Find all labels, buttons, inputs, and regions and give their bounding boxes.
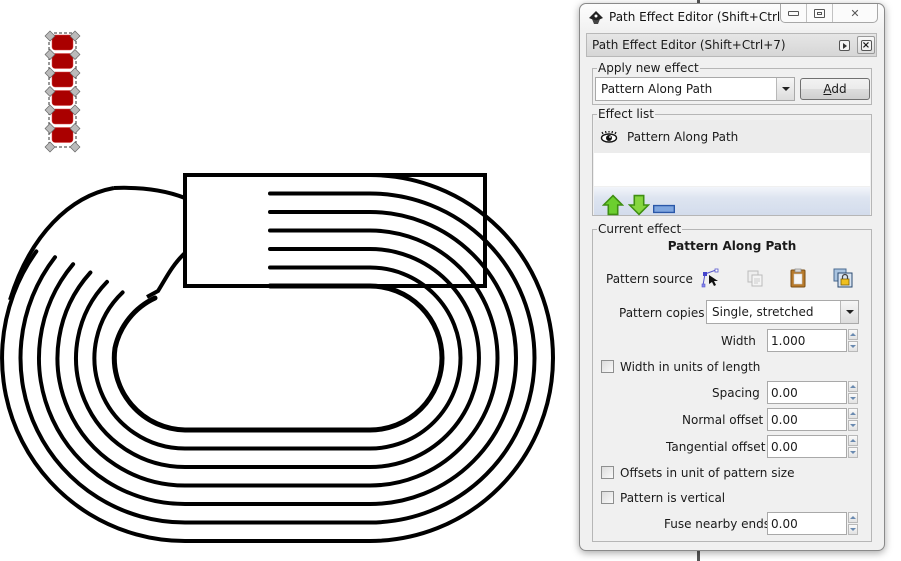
close-window-button[interactable]: ✕ [833,4,877,22]
apply-new-effect-label: Apply new effect [597,61,700,75]
canvas-guide-bottom [697,551,700,561]
width-value: 1.000 [771,334,806,348]
tangential-offset-input[interactable]: 0.00 [767,435,847,458]
move-up-icon[interactable] [602,194,624,216]
current-effect-label: Current effect [597,222,683,236]
minimize-button[interactable] [781,4,807,22]
dropdown-arrow-icon[interactable] [776,78,794,100]
close-icon: × [860,39,872,51]
normal-offset-increment[interactable] [848,408,858,419]
pattern-copies-value: Single, stretched [712,305,814,319]
node-handle[interactable] [44,141,56,153]
dock-iconify-button[interactable] [836,37,852,53]
eye-visible-icon[interactable] [600,131,618,143]
normal-offset-label: Normal offset [682,413,764,427]
close-icon: ✕ [850,6,860,20]
spacing-increment[interactable] [848,381,858,392]
effect-list-frame: Effect list Pattern Along Path [592,107,872,216]
window-controls: ✕ [780,4,878,23]
copy-icon[interactable] [744,267,766,289]
offsets-in-pattern-size-label[interactable]: Offsets in unit of pattern size [620,466,795,480]
add-button-label: Add [823,82,847,96]
effect-list-toolbar [594,187,870,216]
pattern-source-label: Pattern source [606,272,693,286]
spacing-decrement[interactable] [848,393,858,404]
pattern-copies-dropdown[interactable]: Single, stretched [706,300,859,324]
chain-link [51,71,74,88]
width-increment[interactable] [848,329,858,340]
fuse-nearby-ends-value: 0.00 [771,517,798,531]
width-input[interactable]: 1.000 [767,329,847,352]
pattern-source-object[interactable] [44,30,81,153]
dock-close-button[interactable]: × [857,36,875,54]
tangential-offset-spinbox[interactable]: 0.00 [767,435,858,458]
fuse-nearby-ends-decrement[interactable] [848,524,858,535]
effect-type-dropdown[interactable]: Pattern Along Path [595,77,795,101]
width-label: Width [721,334,756,348]
track-stripe [111,283,445,433]
maximize-icon [814,8,825,18]
pattern-vertical-label[interactable]: Pattern is vertical [620,491,725,505]
chain-link [51,53,74,69]
maximize-button[interactable] [807,4,833,22]
pattern-along-path-result[interactable] [0,173,555,543]
paste-icon[interactable] [787,267,809,289]
effect-list-item[interactable]: Pattern Along Path [594,120,870,153]
connector-top [113,185,186,200]
dock-title: Path Effect Editor (Shift+Ctrl+7) [592,38,786,52]
tangential-offset-decrement[interactable] [848,447,858,458]
pattern-vertical-checkbox[interactable] [601,491,614,504]
width-decrement[interactable] [848,341,858,352]
offsets-in-pattern-size-checkbox[interactable] [601,466,614,479]
width-spinbox[interactable]: 1.000 [767,329,858,352]
chain-link [51,127,74,143]
normal-offset-input[interactable]: 0.00 [767,408,847,431]
effect-type-value: Pattern Along Path [601,82,713,96]
remove-effect-icon[interactable] [653,198,675,220]
play-icon [838,39,850,51]
edit-on-canvas-icon[interactable] [700,267,722,289]
path-effect-editor-window: Path Effect Editor (Shift+Ctrl... ✕ Path… [579,3,885,551]
spacing-value: 0.00 [771,386,798,400]
apply-new-effect-frame: Apply new effect Pattern Along Path Add [592,61,872,105]
tangential-offset-increment[interactable] [848,435,858,446]
chain-links [51,34,74,143]
current-effect-title: Pattern Along Path [667,239,797,253]
normal-offset-value: 0.00 [771,413,798,427]
spacing-spinbox[interactable]: 0.00 [767,381,858,404]
effect-list-empty-area[interactable] [594,153,870,186]
width-in-units-checkbox[interactable] [601,360,614,373]
effect-list-item-name: Pattern Along Path [627,130,739,144]
connector-bottom [146,251,187,299]
envelope-outer [8,186,115,301]
effect-list-label: Effect list [597,107,655,121]
link-to-path-icon[interactable] [832,267,854,289]
spacing-input[interactable]: 0.00 [767,381,847,404]
width-in-units-label[interactable]: Width in units of length [620,360,760,374]
inkscape-app-icon [589,11,603,24]
window-titlebar[interactable]: Path Effect Editor (Shift+Ctrl... ✕ [580,4,884,30]
tangential-offset-value: 0.00 [771,440,798,454]
dropdown-arrow-icon[interactable] [840,301,858,323]
fuse-nearby-ends-spinbox[interactable]: 0.00 [767,512,858,535]
chain-link [51,34,74,51]
node-handle[interactable] [69,141,81,153]
move-down-icon[interactable] [628,194,650,216]
fuse-nearby-ends-increment[interactable] [848,512,858,523]
fuse-nearby-ends-label: Fuse nearby ends [664,517,770,531]
chain-link [51,90,74,106]
add-effect-button[interactable]: Add [800,78,870,100]
normal-offset-spinbox[interactable]: 0.00 [767,408,858,431]
tangential-offset-label: Tangential offset [666,440,766,454]
dock-panel-header: Path Effect Editor (Shift+Ctrl+7) × [586,33,877,57]
fuse-nearby-ends-input[interactable]: 0.00 [767,512,847,535]
normal-offset-decrement[interactable] [848,420,858,431]
chain-link [51,108,74,125]
window-title: Path Effect Editor (Shift+Ctrl... [609,10,792,24]
current-effect-frame: Current effect Pattern Along Path Patter… [592,222,872,542]
spacing-label: Spacing [712,386,760,400]
pattern-copies-label: Pattern copies [619,306,705,320]
minimize-icon [788,10,799,16]
